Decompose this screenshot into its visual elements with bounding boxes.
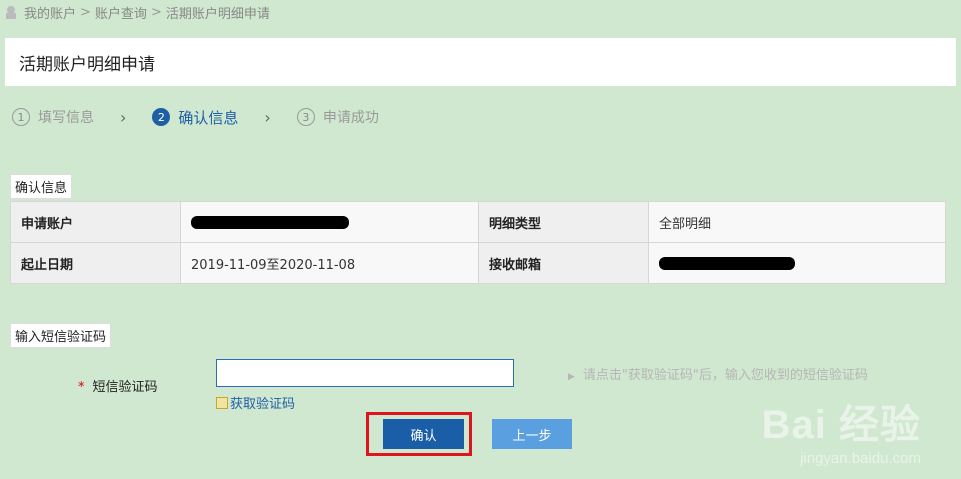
breadcrumb-item-account-query[interactable]: 账户查询 bbox=[95, 3, 147, 22]
home-icon bbox=[6, 6, 16, 19]
sms-code-label-text: 短信验证码 bbox=[92, 380, 158, 395]
step-number: 2 bbox=[152, 108, 171, 126]
breadcrumb-separator: > bbox=[80, 4, 91, 20]
chevron-right-icon: › bbox=[120, 107, 127, 127]
sms-code-label: * 短信验证码 bbox=[78, 376, 158, 395]
page-title: 活期账户明细申请 bbox=[19, 54, 155, 75]
watermark-logo: Bai 经验 bbox=[761, 403, 921, 447]
sms-code-input[interactable] bbox=[216, 359, 514, 387]
sms-section-title: 输入短信验证码 bbox=[10, 323, 112, 348]
table-row: 起止日期 2019-11-09至2020-11-08 接收邮箱 bbox=[10, 242, 946, 284]
sms-hint-text: 请点击"获取验证码"后，输入您收到的短信验证码 bbox=[582, 368, 868, 383]
sms-hint: ▶ 请点击"获取验证码"后，输入您收到的短信验证码 bbox=[568, 367, 888, 386]
breadcrumb-item-my-account[interactable]: 我的账户 bbox=[24, 3, 76, 22]
step-label: 填写信息 bbox=[38, 110, 94, 126]
step-label: 申请成功 bbox=[322, 110, 379, 126]
step-label: 确认信息 bbox=[178, 108, 239, 127]
get-code-label: 获取验证码 bbox=[230, 397, 296, 412]
watermark-url: jingyan.baidu.com bbox=[800, 450, 921, 467]
required-mark: * bbox=[78, 380, 85, 395]
redacted-account bbox=[191, 215, 349, 229]
email-value bbox=[648, 242, 946, 284]
confirm-info-table: 申请账户 明细类型 全部明细 起止日期 2019-11-09至2020-11-0… bbox=[10, 201, 946, 284]
triangle-right-icon: ▶ bbox=[568, 372, 575, 382]
confirm-button[interactable]: 确认 bbox=[383, 419, 464, 449]
step-2: 2 确认信息 bbox=[152, 107, 238, 128]
breadcrumb-separator: > bbox=[150, 4, 162, 20]
table-key: 明细类型 bbox=[478, 201, 649, 243]
breadcrumb-item-current: 活期账户明细申请 bbox=[165, 6, 270, 22]
step-3: 3 申请成功 bbox=[296, 107, 379, 127]
table-key: 接收邮箱 bbox=[478, 242, 649, 284]
table-value: 全部明细 bbox=[648, 201, 946, 243]
step-indicator: 1 填写信息 › 2 确认信息 › 3 申请成功 bbox=[12, 106, 379, 128]
chevron-right-icon: › bbox=[264, 107, 271, 127]
step-number: 3 bbox=[296, 108, 315, 126]
page-title-bar: 活期账户明细申请 bbox=[5, 38, 956, 86]
step-1: 1 填写信息 bbox=[12, 107, 94, 127]
table-value: 2019-11-09至2020-11-08 bbox=[180, 242, 479, 284]
get-code-link[interactable]: 获取验证码 bbox=[216, 393, 295, 412]
table-key: 起止日期 bbox=[10, 242, 181, 284]
table-key: 申请账户 bbox=[10, 201, 181, 243]
baidu-watermark: Bai 经验 jingyan.baidu.com bbox=[762, 392, 921, 467]
step-number: 1 bbox=[12, 108, 30, 126]
checkbox-icon bbox=[216, 396, 228, 409]
previous-step-button[interactable]: 上一步 bbox=[492, 419, 572, 449]
table-row: 申请账户 明细类型 全部明细 bbox=[10, 201, 946, 243]
redacted-email bbox=[659, 256, 795, 270]
confirm-section-title: 确认信息 bbox=[10, 174, 73, 199]
breadcrumb: 我的账户 > 账户查询 > 活期账户明细申请 bbox=[0, 0, 961, 24]
account-value bbox=[180, 201, 479, 243]
